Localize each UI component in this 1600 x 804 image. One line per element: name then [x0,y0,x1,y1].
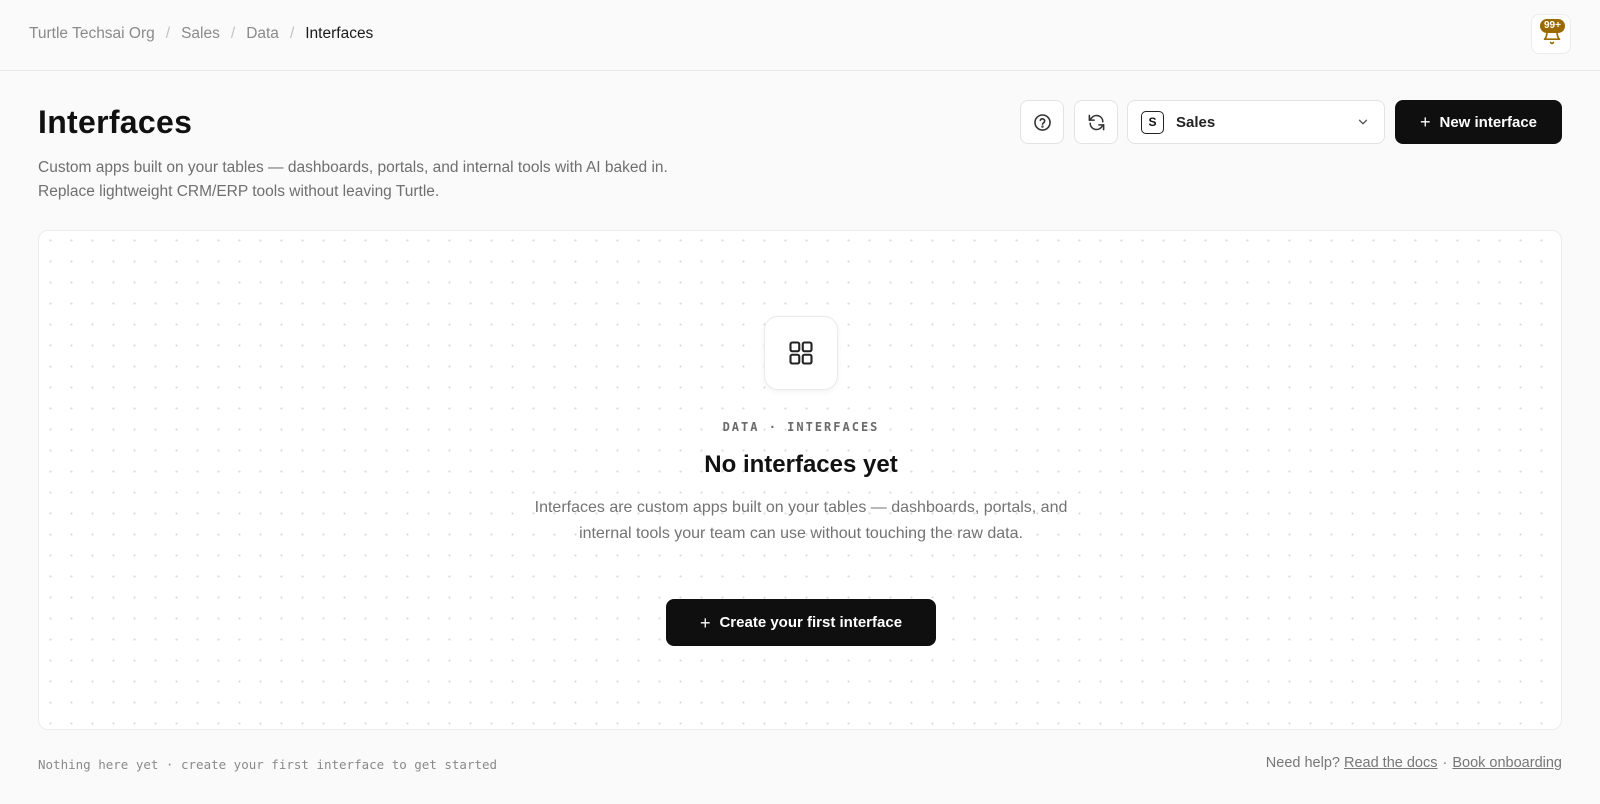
breadcrumb-org[interactable]: Turtle Techsai Org [29,25,155,43]
book-onboarding-link[interactable]: Book onboarding [1452,755,1562,771]
empty-state-description: Interfaces are custom apps built on your… [534,499,1068,542]
subtitle-line-1: Custom apps built on your tables — dashb… [38,159,668,176]
refresh-button[interactable] [1074,100,1118,144]
create-first-interface-label: Create your first interface [719,614,903,631]
new-interface-label: New interface [1439,113,1538,131]
help-button[interactable] [1020,100,1064,144]
breadcrumb-current: Interfaces [305,25,374,42]
page-subtitle: Custom apps built on your tables — dashb… [38,156,668,204]
new-interface-button[interactable]: + New interface [1395,100,1562,144]
grid-icon [789,341,813,365]
plus-icon: + [699,612,711,633]
breadcrumb-sales[interactable]: Sales [181,25,220,43]
plus-icon: + [1419,112,1431,132]
page-title: Interfaces [38,104,193,140]
breadcrumb: Turtle Techsai Org / Sales / Data / Inte… [29,25,373,43]
read-docs-link[interactable]: Read the docs [1344,755,1438,771]
help-circle-icon [1033,113,1051,131]
footer-status: Nothing here yet · create your first int… [38,757,498,772]
create-first-interface-button[interactable]: + Create your first interface [666,599,936,646]
empty-state-panel: DATA · INTERFACES No interfaces yet Inte… [38,230,1562,730]
notification-badge: 99+ [1540,19,1565,33]
notifications-button[interactable]: 99+ [1531,14,1571,54]
footer-separator: · [1442,755,1448,771]
workspace-label: Sales [1176,113,1216,131]
top-bar: Turtle Techsai Org / Sales / Data / Inte… [0,0,1600,71]
chevron-down-icon [1358,119,1368,125]
empty-state-eyebrow: DATA · INTERFACES [722,420,880,434]
empty-state-title: No interfaces yet [704,451,898,478]
workspace-avatar: S [1141,110,1164,134]
breadcrumb-separator: / [165,25,171,42]
breadcrumb-separator: / [230,25,236,42]
footer-help: Need help? Read the docs · Book onboardi… [1266,755,1562,771]
refresh-icon [1088,114,1104,130]
empty-state-icon-tile [764,316,838,390]
workspace-selector[interactable]: S Sales [1127,100,1385,144]
subtitle-line-2: Replace lightweight CRM/ERP tools withou… [38,183,440,200]
breadcrumb-data[interactable]: Data [246,25,279,43]
footer-help-prefix: Need help? [1265,755,1340,771]
breadcrumb-separator: / [289,25,295,42]
